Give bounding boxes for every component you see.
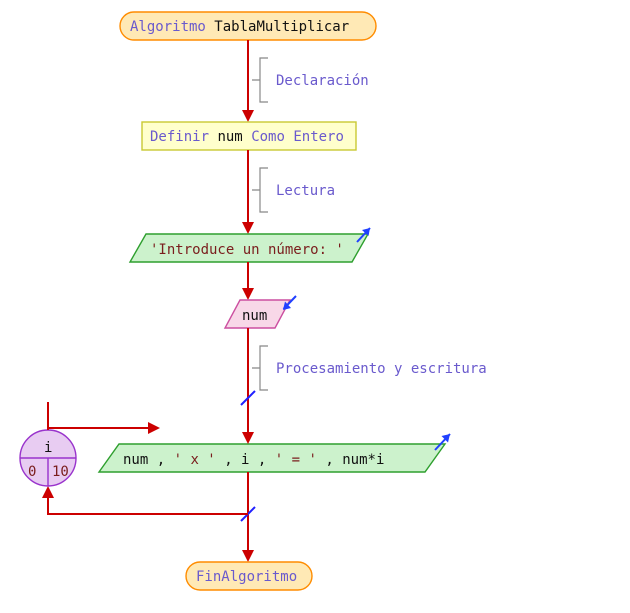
loop-node: i 0 10 <box>20 430 76 486</box>
arrow-loop-in <box>48 402 160 434</box>
expr-p8: , <box>325 452 342 468</box>
section-3: Procesamiento y escritura <box>252 346 487 390</box>
expr-p1: num <box>123 452 148 468</box>
define-node: Definir num Como Entero <box>142 122 356 150</box>
arrow-1 <box>242 40 254 122</box>
input-node: num <box>225 296 296 328</box>
section-2: Lectura <box>252 168 335 212</box>
arrow-2 <box>242 150 254 234</box>
output-prompt-node: 'Introduce un número: ' <box>130 228 370 262</box>
output-prompt-text: 'Introduce un número: ' <box>150 242 344 258</box>
arrow-into-body <box>242 424 254 444</box>
expr-p7: ' = ' <box>275 452 317 468</box>
section-1-label: Declaración <box>276 73 369 89</box>
expr-p5: i <box>241 452 249 468</box>
svg-text:Algoritmo TablaMultiplic: Algoritmo TablaMultiplicar <box>130 19 349 35</box>
arrow-loop-back <box>42 486 248 514</box>
expr-p2: , <box>157 452 174 468</box>
section-3-label: Procesamiento y escritura <box>276 361 487 377</box>
expr-p6: , <box>258 452 275 468</box>
algorithm-name: TablaMultiplicar <box>214 19 349 35</box>
flowchart: Algoritmo TablaMultiplicar Declaración D… <box>0 0 630 613</box>
loop-to: 10 <box>52 464 69 480</box>
end-node: FinAlgoritmo <box>186 562 312 590</box>
loop-from: 0 <box>28 464 36 480</box>
end-kw: FinAlgoritmo <box>196 569 297 585</box>
expr-p3: ' x ' <box>174 452 216 468</box>
loop-var: i <box>44 440 52 456</box>
input-var-text: num <box>242 308 267 324</box>
expr-p9: num*i <box>342 452 384 468</box>
expr-p4: , <box>224 452 241 468</box>
def-kw2: Como Entero <box>251 129 344 145</box>
start-node: Algoritmo TablaMultiplicar <box>120 12 376 40</box>
def-kw1: Definir <box>150 129 209 145</box>
start-kw: Algoritmo <box>130 19 206 35</box>
def-var: num <box>217 129 242 145</box>
section-1: Declaración <box>252 58 369 102</box>
svg-text:Definir num: Definir num Como Entero <box>150 129 344 145</box>
arrow-3 <box>242 262 254 300</box>
section-2-label: Lectura <box>276 183 335 199</box>
output-expr-node: num , ' x ' , i , ' = ' , num*i <box>99 434 450 472</box>
svg-text:num , ' x ': num , ' x ' , i , ' = ' , num*i <box>123 452 384 468</box>
